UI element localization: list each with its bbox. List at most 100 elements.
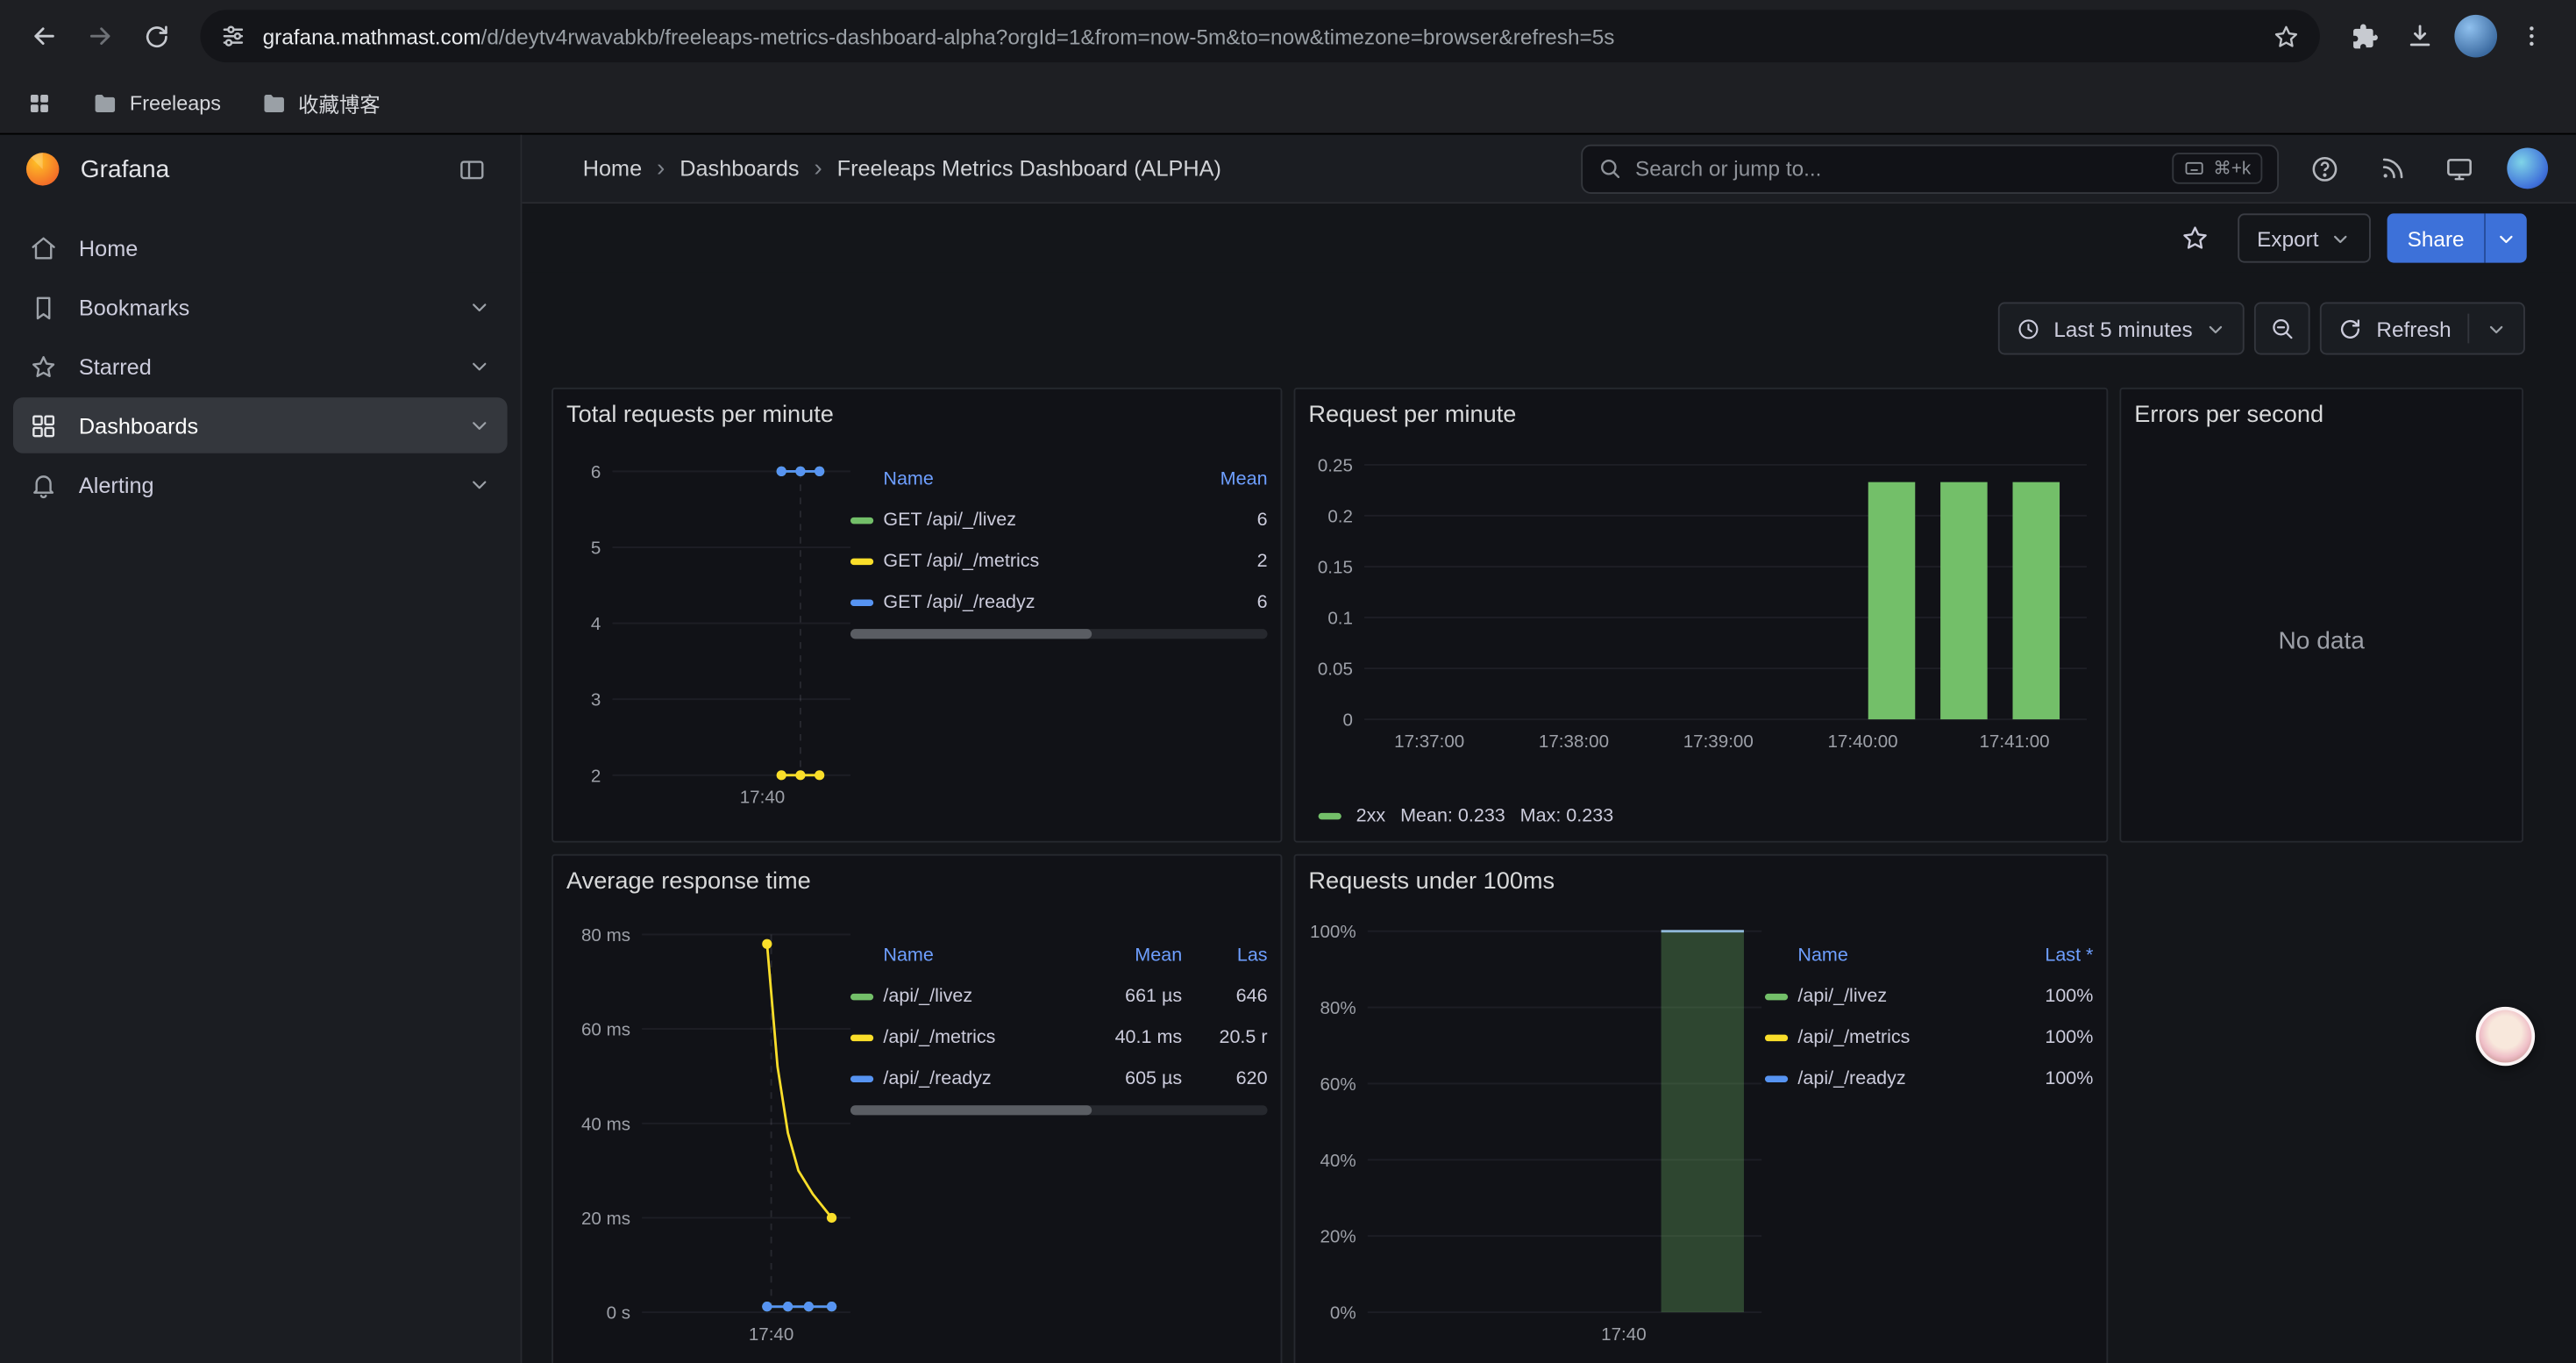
panel-title[interactable]: Errors per second bbox=[2134, 399, 2508, 432]
svg-text:60 ms: 60 ms bbox=[581, 1020, 630, 1040]
user-profile-button[interactable] bbox=[2501, 142, 2553, 195]
svg-text:6: 6 bbox=[591, 462, 601, 482]
svg-text:5: 5 bbox=[591, 539, 601, 559]
svg-text:80 ms: 80 ms bbox=[581, 925, 630, 946]
share-menu-button[interactable] bbox=[2484, 213, 2527, 262]
legend-row[interactable]: /api/_/readyz 100% bbox=[1765, 1058, 2094, 1099]
grafana-main: Home › Dashboards › Freeleaps Metrics Da… bbox=[522, 135, 2575, 1363]
series-last: 20.5 r bbox=[1192, 1027, 1267, 1046]
panel-requests-under-100ms: Requests under 100ms 100%80%60%40%20%0%1… bbox=[1294, 854, 2109, 1363]
export-label: Export bbox=[2257, 225, 2318, 250]
share-label: Share bbox=[2408, 225, 2465, 250]
grafana-logo-icon[interactable] bbox=[23, 149, 62, 189]
breadcrumb: Home › Dashboards › Freeleaps Metrics Da… bbox=[583, 154, 1581, 182]
legend-row[interactable]: GET /api/_/metrics 2 bbox=[850, 540, 1268, 582]
legend-row[interactable]: /api/_/metrics 40.1 ms 20.5 r bbox=[850, 1017, 1268, 1058]
sidebar-item-bookmarks[interactable]: Bookmarks bbox=[13, 279, 508, 335]
extensions-button[interactable] bbox=[2337, 8, 2393, 64]
back-button[interactable] bbox=[17, 8, 73, 64]
breadcrumb-home[interactable]: Home bbox=[583, 156, 642, 181]
legend-header-mean[interactable]: Mean bbox=[1097, 946, 1182, 965]
series-color-swatch bbox=[850, 1034, 873, 1040]
request-per-minute-chart[interactable]: 0.250.20.150.10.05017:37:0017:38:0017:39… bbox=[1308, 465, 2087, 755]
share-button[interactable]: Share bbox=[2387, 213, 2484, 262]
search-input[interactable]: Search or jump to... ⌘+k bbox=[1581, 144, 2279, 193]
legend-row[interactable]: /api/_/metrics 100% bbox=[1765, 1017, 2094, 1058]
reload-button[interactable] bbox=[128, 8, 184, 64]
legend-header-last[interactable]: Las bbox=[1192, 946, 1267, 965]
panel-legend-inline[interactable]: 2xx Mean: 0.233 Max: 0.233 bbox=[1308, 802, 2093, 831]
news-rss-button[interactable] bbox=[2366, 142, 2418, 195]
series-mean: 40.1 ms bbox=[1097, 1027, 1182, 1046]
share-button-group: Share bbox=[2387, 213, 2527, 262]
legend-row[interactable]: /api/_/readyz 605 µs 620 bbox=[850, 1058, 1268, 1099]
series-name: /api/_/metrics bbox=[883, 1027, 1086, 1046]
legend-scrollbar[interactable] bbox=[850, 629, 1268, 639]
panel-title[interactable]: Requests under 100ms bbox=[1308, 866, 2093, 898]
legend-header-name[interactable]: Name bbox=[883, 946, 1086, 965]
time-range-picker[interactable]: Last 5 minutes bbox=[1998, 303, 2245, 355]
series-color-swatch bbox=[850, 993, 873, 999]
downloads-button[interactable] bbox=[2392, 8, 2448, 64]
browser-profile-avatar bbox=[2454, 15, 2497, 58]
help-button[interactable] bbox=[2299, 142, 2352, 195]
legend-scrollbar-thumb[interactable] bbox=[850, 1105, 1092, 1115]
legend-row[interactable]: /api/_/livez 661 µs 646 bbox=[850, 975, 1268, 1017]
legend-header-name[interactable]: Name bbox=[1797, 946, 2010, 965]
series-color-swatch bbox=[1765, 1075, 1788, 1081]
sidebar-item-label: Alerting bbox=[79, 472, 154, 496]
legend-header-name[interactable]: Name bbox=[883, 469, 1185, 489]
sidebar-item-starred[interactable]: Starred bbox=[13, 339, 508, 395]
site-settings-icon[interactable] bbox=[220, 23, 246, 49]
legend-scrollbar-thumb[interactable] bbox=[850, 629, 1092, 639]
legend-row[interactable]: /api/_/livez 100% bbox=[1765, 975, 2094, 1017]
refresh-label[interactable]: Refresh bbox=[2376, 316, 2451, 340]
panel-title[interactable]: Average response time bbox=[566, 866, 1268, 898]
bookmark-folder-blogs[interactable]: 收藏博客 bbox=[260, 87, 381, 118]
breadcrumb-dashboards[interactable]: Dashboards bbox=[680, 156, 799, 181]
refresh-icon[interactable] bbox=[2338, 316, 2363, 340]
average-response-time-chart[interactable]: 80 ms60 ms40 ms20 ms0 s17:40 bbox=[566, 934, 850, 1348]
zoom-out-button[interactable] bbox=[2255, 303, 2311, 355]
panel-errors-per-second: Errors per second No data bbox=[2119, 388, 2523, 843]
sidebar-item-label: Dashboards bbox=[79, 413, 198, 438]
series-last: 100% bbox=[2021, 986, 2093, 1005]
brand-title[interactable]: Grafana bbox=[81, 155, 427, 183]
chevron-down-icon[interactable] bbox=[2486, 318, 2507, 339]
sidebar-item-alerting[interactable]: Alerting bbox=[13, 457, 508, 513]
svg-text:17:39:00: 17:39:00 bbox=[1683, 731, 1754, 752]
favorite-dashboard-button[interactable] bbox=[2168, 212, 2221, 265]
series-mean: 6 bbox=[1195, 592, 1267, 611]
chevron-down-icon bbox=[2330, 227, 2352, 248]
toggle-sidebar-button[interactable] bbox=[445, 143, 497, 196]
apps-grid-icon[interactable] bbox=[26, 89, 53, 116]
browser-menu-button[interactable] bbox=[2504, 8, 2560, 64]
legend-row[interactable]: GET /api/_/livez 6 bbox=[850, 499, 1268, 540]
chevron-down-icon bbox=[468, 473, 491, 496]
star-outline-icon bbox=[2180, 224, 2210, 253]
legend-header-last[interactable]: Last * bbox=[2021, 946, 2093, 965]
bookmark-label: 收藏博客 bbox=[298, 87, 381, 118]
total-requests-chart[interactable]: 6543217:40 bbox=[566, 471, 850, 811]
forward-button[interactable] bbox=[72, 8, 128, 64]
legend-row[interactable]: GET /api/_/readyz 6 bbox=[850, 582, 1268, 623]
bookmark-star-icon[interactable] bbox=[2273, 22, 2301, 50]
floating-assistant-avatar[interactable] bbox=[2476, 1007, 2535, 1066]
screen: grafana.mathmast.com/d/deytv4rwavabkb/fr… bbox=[0, 0, 2576, 1363]
requests-under-100ms-chart[interactable]: 100%80%60%40%20%0%17:40 bbox=[1308, 931, 1761, 1349]
legend-scrollbar[interactable] bbox=[850, 1105, 1268, 1115]
panel-title[interactable]: Total requests per minute bbox=[566, 399, 1268, 432]
sidebar-item-home[interactable]: Home bbox=[13, 220, 508, 276]
display-mode-button[interactable] bbox=[2433, 142, 2486, 195]
legend-header-mean[interactable]: Mean bbox=[1195, 469, 1267, 489]
bookmark-folder-freeleaps[interactable]: Freeleaps bbox=[92, 89, 221, 116]
topnav-icons bbox=[2279, 142, 2553, 195]
no-data-message: No data bbox=[2134, 432, 2508, 850]
url-bar[interactable]: grafana.mathmast.com/d/deytv4rwavabkb/fr… bbox=[200, 10, 2319, 62]
kebab-menu-icon bbox=[2518, 23, 2544, 49]
export-button[interactable]: Export bbox=[2238, 213, 2372, 262]
series-last: 100% bbox=[2021, 1027, 2093, 1046]
browser-profile-button[interactable] bbox=[2448, 8, 2504, 64]
sidebar-item-dashboards[interactable]: Dashboards bbox=[13, 397, 508, 453]
panel-title[interactable]: Request per minute bbox=[1308, 399, 2093, 432]
